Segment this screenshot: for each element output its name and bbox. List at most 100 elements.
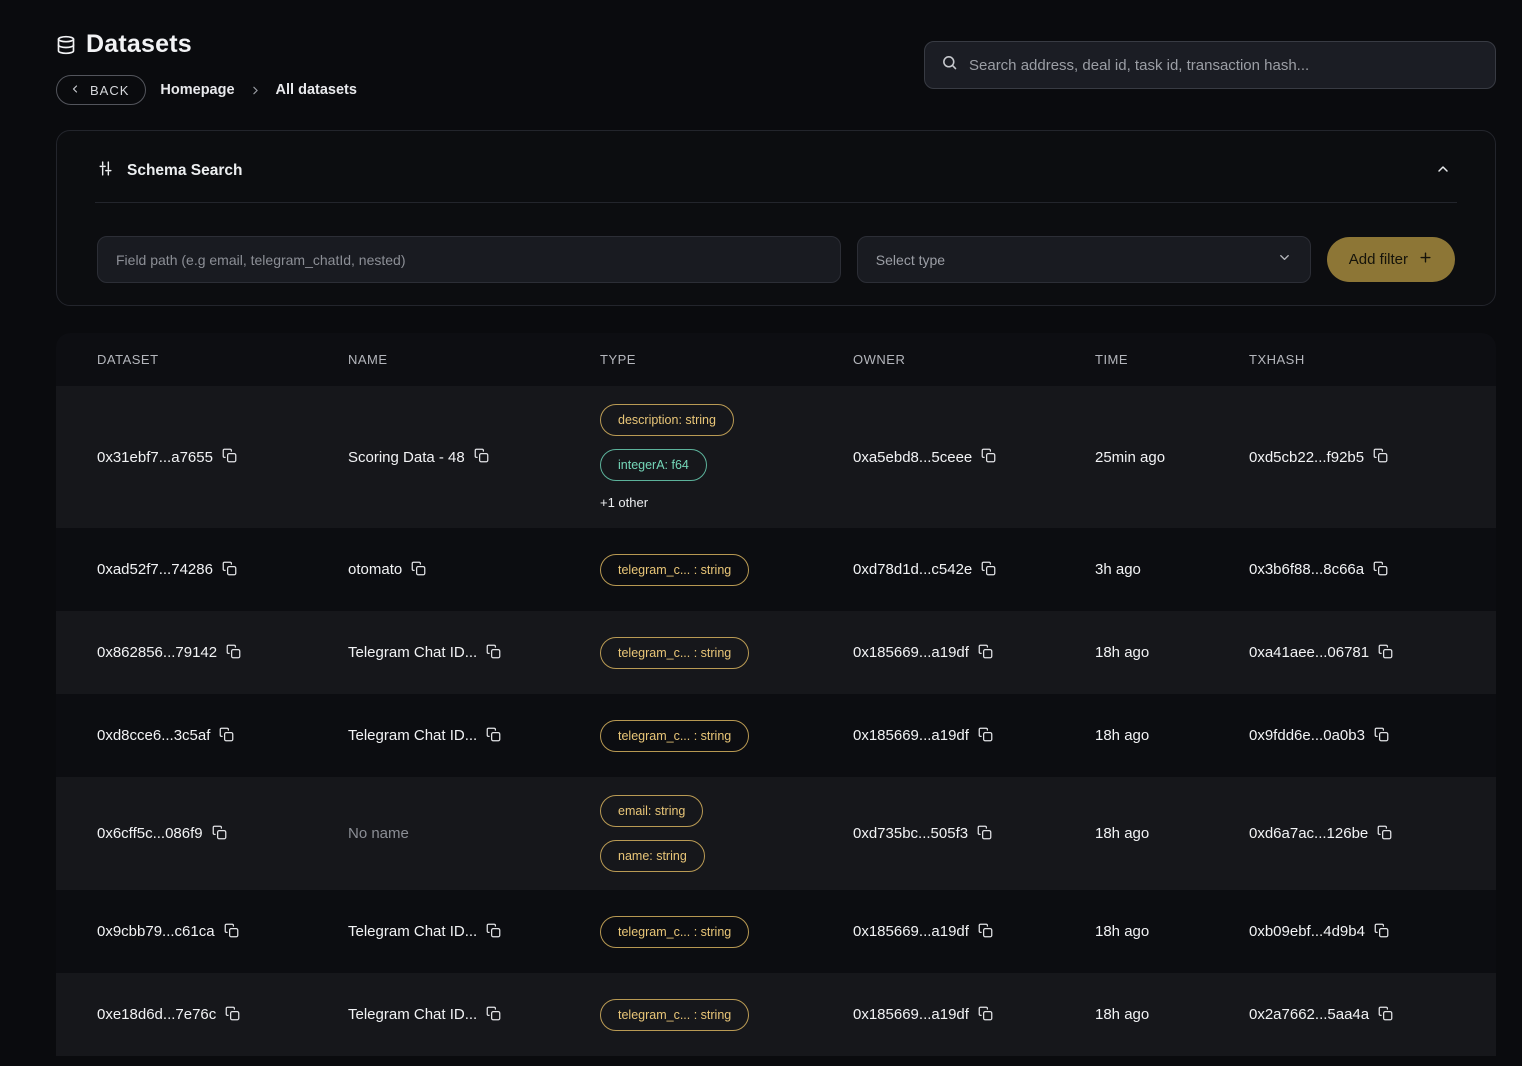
txhash-value: 0xb09ebf...4d9b4 <box>1249 923 1365 940</box>
owner-cell: 0xd78d1d...c542e <box>853 561 1095 579</box>
txhash-copy-button[interactable] <box>1374 727 1389 745</box>
dataset-copy-button[interactable] <box>226 644 241 662</box>
copy-icon <box>222 448 237 466</box>
name-copy-button[interactable] <box>411 561 426 579</box>
title-row: Datasets <box>56 30 357 59</box>
type-badge: telegram_c... : string <box>600 999 749 1031</box>
dataset-cell: 0x6cff5c...086f9 <box>97 825 348 843</box>
nav-row: BACK Homepage All datasets <box>56 75 357 105</box>
plus-icon <box>1418 250 1433 269</box>
txhash-cell: 0x3b6f88...8c66a <box>1249 561 1496 579</box>
time-value: 18h ago <box>1095 644 1149 661</box>
name-copy-button[interactable] <box>486 644 501 662</box>
dataset-copy-button[interactable] <box>219 727 234 745</box>
column-header-owner: OWNER <box>853 352 1095 367</box>
type-badge: telegram_c... : string <box>600 554 749 586</box>
owner-cell: 0xd735bc...505f3 <box>853 825 1095 843</box>
txhash-copy-button[interactable] <box>1377 825 1392 843</box>
time-value: 18h ago <box>1095 727 1149 744</box>
copy-icon <box>222 561 237 579</box>
dataset-copy-button[interactable] <box>224 923 239 941</box>
time-cell: 18h ago <box>1095 644 1249 661</box>
extra-types-label: +1 other <box>600 495 648 510</box>
schema-search-body: Select type Add filter <box>57 203 1495 305</box>
name-copy-button[interactable] <box>486 923 501 941</box>
search-input[interactable] <box>969 57 1479 74</box>
copy-icon <box>486 1006 501 1024</box>
dataset-hash: 0x6cff5c...086f9 <box>97 825 203 842</box>
owner-copy-button[interactable] <box>978 727 993 745</box>
dataset-hash: 0x31ebf7...a7655 <box>97 449 213 466</box>
name-copy-button[interactable] <box>486 1006 501 1024</box>
copy-icon <box>978 1006 993 1024</box>
txhash-copy-button[interactable] <box>1378 1006 1393 1024</box>
type-select-value: Select type <box>876 252 945 268</box>
name-copy-button[interactable] <box>486 727 501 745</box>
txhash-cell: 0x2a7662...5aa4a <box>1249 1006 1496 1024</box>
table-row[interactable]: 0xe18d6d...7e76c Telegram Chat ID... tel… <box>56 973 1496 1056</box>
field-path-input[interactable] <box>97 236 841 283</box>
owner-copy-button[interactable] <box>978 1006 993 1024</box>
owner-copy-button[interactable] <box>978 923 993 941</box>
table-row[interactable]: 0x31ebf7...a7655 Scoring Data - 48 descr… <box>56 386 1496 528</box>
name-copy-button[interactable] <box>474 448 489 466</box>
dataset-copy-button[interactable] <box>225 1006 240 1024</box>
txhash-copy-button[interactable] <box>1378 644 1393 662</box>
copy-icon <box>981 561 996 579</box>
owner-cell: 0x185669...a19df <box>853 1006 1095 1024</box>
time-cell: 3h ago <box>1095 561 1249 578</box>
table-row[interactable]: 0xad52f7...74286 otomato telegram_c... :… <box>56 528 1496 611</box>
time-value: 25min ago <box>1095 449 1165 466</box>
type-badge: description: string <box>600 404 734 436</box>
column-header-txhash: TXHASH <box>1249 352 1496 367</box>
txhash-cell: 0xb09ebf...4d9b4 <box>1249 923 1496 941</box>
type-select[interactable]: Select type <box>857 236 1311 283</box>
txhash-value: 0xd6a7ac...126be <box>1249 825 1368 842</box>
time-cell: 18h ago <box>1095 727 1249 744</box>
add-filter-button[interactable]: Add filter <box>1327 237 1455 282</box>
txhash-copy-button[interactable] <box>1374 923 1389 941</box>
collapse-panel-button[interactable] <box>1431 157 1455 184</box>
copy-icon <box>486 923 501 941</box>
breadcrumb-homepage[interactable]: Homepage <box>160 82 234 98</box>
search-icon <box>941 54 958 76</box>
dataset-name: No name <box>348 825 409 842</box>
table-row[interactable]: 0x6cff5c...086f9 No name email: stringna… <box>56 777 1496 890</box>
owner-copy-button[interactable] <box>981 448 996 466</box>
owner-copy-button[interactable] <box>978 644 993 662</box>
back-button[interactable]: BACK <box>56 75 146 105</box>
copy-icon <box>474 448 489 466</box>
table-row[interactable]: 0x9cbb79...c61ca Telegram Chat ID... tel… <box>56 890 1496 973</box>
dataset-copy-button[interactable] <box>212 825 227 843</box>
dataset-hash: 0xe18d6d...7e76c <box>97 1006 216 1023</box>
owner-hash: 0xd735bc...505f3 <box>853 825 968 842</box>
owner-copy-button[interactable] <box>977 825 992 843</box>
owner-cell: 0x185669...a19df <box>853 644 1095 662</box>
table-row[interactable]: 0xd8cce6...3c5af Telegram Chat ID... tel… <box>56 694 1496 777</box>
copy-icon <box>978 727 993 745</box>
owner-cell: 0x185669...a19df <box>853 727 1095 745</box>
dataset-copy-button[interactable] <box>222 561 237 579</box>
time-cell: 18h ago <box>1095 1006 1249 1023</box>
type-badges: telegram_c... : string <box>600 619 853 687</box>
type-badges: telegram_c... : string <box>600 536 853 604</box>
dataset-name: Scoring Data - 48 <box>348 449 465 466</box>
dataset-name: otomato <box>348 561 402 578</box>
txhash-value: 0x2a7662...5aa4a <box>1249 1006 1369 1023</box>
copy-icon <box>978 644 993 662</box>
txhash-copy-button[interactable] <box>1373 561 1388 579</box>
global-search-bar[interactable] <box>924 41 1496 89</box>
name-cell: Scoring Data - 48 <box>348 448 600 466</box>
dataset-hash: 0xad52f7...74286 <box>97 561 213 578</box>
copy-icon <box>225 1006 240 1024</box>
txhash-copy-button[interactable] <box>1373 448 1388 466</box>
type-badges: telegram_c... : string <box>600 898 853 966</box>
datasets-table: DATASET NAME TYPE OWNER TIME TXHASH 0x31… <box>56 333 1496 1056</box>
breadcrumb-all-datasets: All datasets <box>276 82 357 98</box>
owner-copy-button[interactable] <box>981 561 996 579</box>
owner-hash: 0x185669...a19df <box>853 727 969 744</box>
time-value: 18h ago <box>1095 1006 1149 1023</box>
dataset-copy-button[interactable] <box>222 448 237 466</box>
schema-search-panel: Schema Search Select type Add filter <box>56 130 1496 306</box>
table-row[interactable]: 0x862856...79142 Telegram Chat ID... tel… <box>56 611 1496 694</box>
